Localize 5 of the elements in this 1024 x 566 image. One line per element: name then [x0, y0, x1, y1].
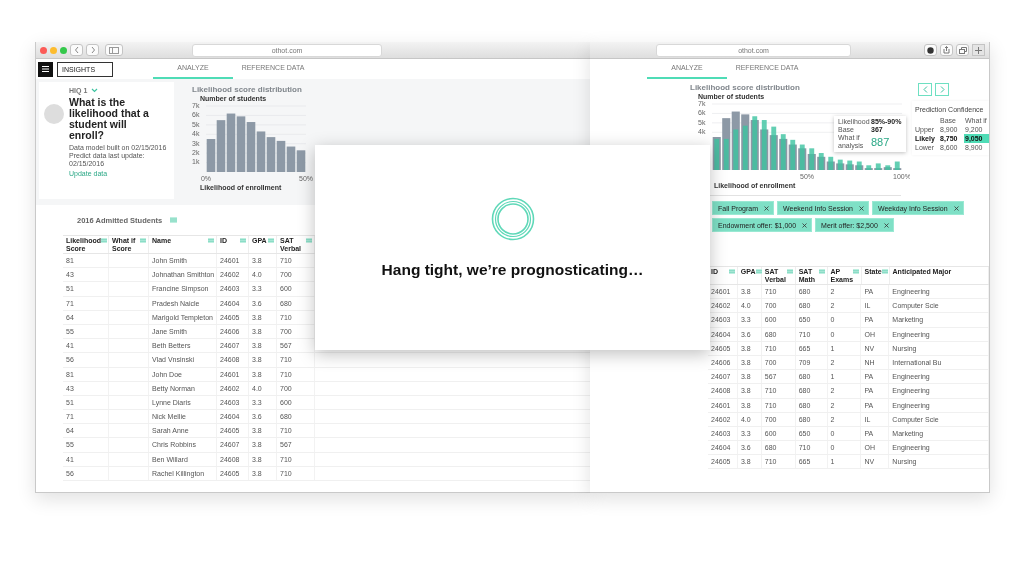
loading-message: Hang tight, we’re prognosticating… [381, 261, 644, 279]
chart-title: Likelihood score distribution [192, 85, 303, 94]
tooltip-value: 887 [871, 136, 890, 148]
chart-title: Likelihood score distribution [690, 83, 801, 92]
question-title: What is the likelihood that a student will enroll? [69, 97, 150, 141]
